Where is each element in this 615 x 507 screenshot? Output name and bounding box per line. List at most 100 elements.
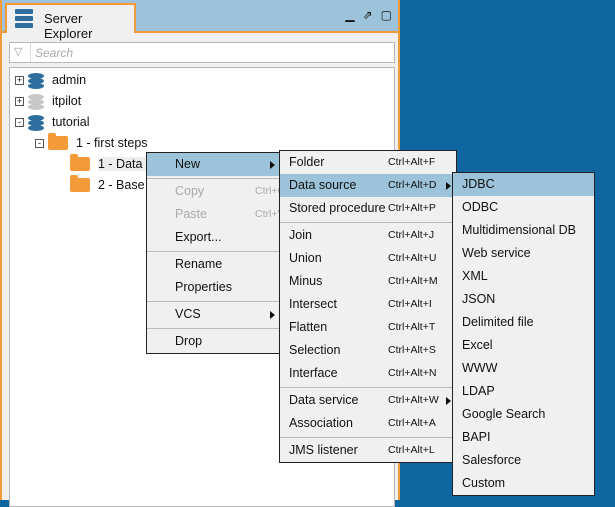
menu-item-label: JMS listener [289,443,358,457]
menu-item-label: Copy [175,184,205,198]
datasource-item-multidimensional-db[interactable]: Multidimensional DB [453,219,594,242]
menu-item-shortcut: Ctrl+Alt+P [388,202,436,214]
menu-item-new[interactable]: New [147,153,280,176]
new-item-join[interactable]: Join Ctrl+Alt+J [280,224,456,247]
server-icon [15,9,33,29]
tree-node[interactable]: - tutorial [15,112,90,132]
minimize-icon[interactable]: ▁ [345,8,354,22]
tree-node[interactable]: + itpilot [15,91,81,111]
datasource-item-www[interactable]: WWW [453,357,594,380]
new-item-interface[interactable]: Interface Ctrl+Alt+N [280,362,456,385]
panel-title: Server Explorer [44,11,93,41]
datasource-item-custom[interactable]: Custom [453,472,594,495]
submenu-arrow-icon [446,397,451,405]
tree-node[interactable]: 2 - Base V [55,175,156,195]
folder-icon [70,154,90,171]
menu-item-label: Union [289,251,322,265]
datasource-item-jdbc[interactable]: JDBC [453,173,594,196]
new-item-jms-listener[interactable]: JMS listener Ctrl+Alt+L [280,439,456,462]
menu-item-shortcut: Ctrl+Alt+S [388,344,436,356]
menu-item-label: Stored procedure [289,201,386,215]
menu-item-label: Minus [289,274,323,288]
tree-node[interactable]: + admin [15,70,86,90]
tree-node-label: admin [52,73,87,87]
folder-icon [48,133,68,150]
menu-item-shortcut: Ctrl+Alt+J [388,229,435,241]
detach-icon[interactable]: ⇗ [363,8,373,22]
datasource-item-excel[interactable]: Excel [453,334,594,357]
new-item-association[interactable]: Association Ctrl+Alt+A [280,412,456,435]
datasource-item-salesforce[interactable]: Salesforce [453,449,594,472]
database-icon [28,114,44,131]
tree-node[interactable]: 1 - Data S [55,154,155,174]
filter-icon[interactable]: ▽ [14,45,22,58]
menu-item-label: Data source [289,178,357,192]
menu-item-export[interactable]: Export... [147,226,280,249]
datasource-item-google-search[interactable]: Google Search [453,403,594,426]
new-item-intersect[interactable]: Intersect Ctrl+Alt+I [280,293,456,316]
tree-node-label: 1 - first steps [76,136,148,150]
menu-item-paste[interactable]: Paste Ctrl+V [147,203,284,226]
menu-item-label: Excel [462,338,493,352]
datasource-item-web-service[interactable]: Web service [453,242,594,265]
submenu-arrow-icon [446,182,451,190]
datasource-item-ldap[interactable]: LDAP [453,380,594,403]
menu-item-vcs[interactable]: VCS [147,303,280,326]
menu-item-shortcut: Ctrl+Alt+L [388,444,435,456]
menu-item-label: ODBC [462,200,499,214]
tree-node-label: itpilot [52,94,82,108]
menu-item-rename[interactable]: Rename [147,253,280,276]
menu-item-label: Drop [175,334,203,348]
search-input[interactable]: ▽ Search [9,42,395,63]
menu-item-label: New [175,157,201,171]
tab-server-explorer[interactable]: Server Explorer [5,3,136,41]
menu-item-label: Google Search [462,407,546,421]
datasource-item-bapi[interactable]: BAPI [453,426,594,449]
tree-node[interactable]: - 1 - first steps [35,133,148,153]
folder-icon [70,175,90,192]
menu-item-label: Export... [175,230,222,244]
menu-item-shortcut: Ctrl+Alt+M [388,275,438,287]
new-item-union[interactable]: Union Ctrl+Alt+U [280,247,456,270]
menu-item-label: Rename [175,257,223,271]
collapse-icon[interactable]: - [35,138,44,148]
menu-item-label: Custom [462,476,506,490]
menu-item-properties[interactable]: Properties [147,276,280,299]
menu-item-shortcut: Ctrl+Alt+W [388,394,439,406]
datasource-item-delimited-file[interactable]: Delimited file [453,311,594,334]
database-icon [28,93,44,110]
new-item-stored-procedure[interactable]: Stored procedure Ctrl+Alt+P [280,197,456,220]
new-item-data-service[interactable]: Data service Ctrl+Alt+W [280,389,456,412]
menu-item-label: Multidimensional DB [462,223,576,237]
collapse-icon[interactable]: - [15,117,24,127]
tree-node-label: tutorial [52,115,90,129]
menu-item-label: Delimited file [462,315,534,329]
new-submenu: Folder Ctrl+Alt+F Data source Ctrl+Alt+D Sto… [279,150,457,463]
datasource-item-odbc[interactable]: ODBC [453,196,594,219]
new-item-data-source[interactable]: Data source Ctrl+Alt+D [280,174,456,197]
new-item-selection[interactable]: Selection Ctrl+Alt+S [280,339,456,362]
menu-item-label: Interface [289,366,338,380]
menu-separator [280,222,456,223]
menu-item-label: Paste [175,207,207,221]
datasource-item-json[interactable]: JSON [453,288,594,311]
new-item-folder[interactable]: Folder Ctrl+Alt+F [280,151,456,174]
search-placeholder: Search [35,46,74,60]
expand-icon[interactable]: + [15,96,24,106]
maximize-icon[interactable]: ▢ [381,8,392,22]
menu-item-copy[interactable]: Copy Ctrl+C [147,180,285,203]
menu-separator [280,437,456,438]
menu-item-label: Flatten [289,320,328,334]
menu-item-shortcut: Ctrl+Alt+I [388,298,432,310]
menu-item-label: JDBC [462,177,495,191]
menu-item-label: LDAP [462,384,495,398]
datasource-item-xml[interactable]: XML [453,265,594,288]
expand-icon[interactable]: + [15,75,24,85]
menu-separator [147,328,280,329]
menu-item-shortcut: Ctrl+Alt+D [388,179,437,191]
menu-item-drop[interactable]: Drop [147,330,280,353]
menu-separator [280,387,456,388]
new-item-minus[interactable]: Minus Ctrl+Alt+M [280,270,456,293]
new-item-flatten[interactable]: Flatten Ctrl+Alt+T [280,316,456,339]
menu-item-label: Join [289,228,312,242]
